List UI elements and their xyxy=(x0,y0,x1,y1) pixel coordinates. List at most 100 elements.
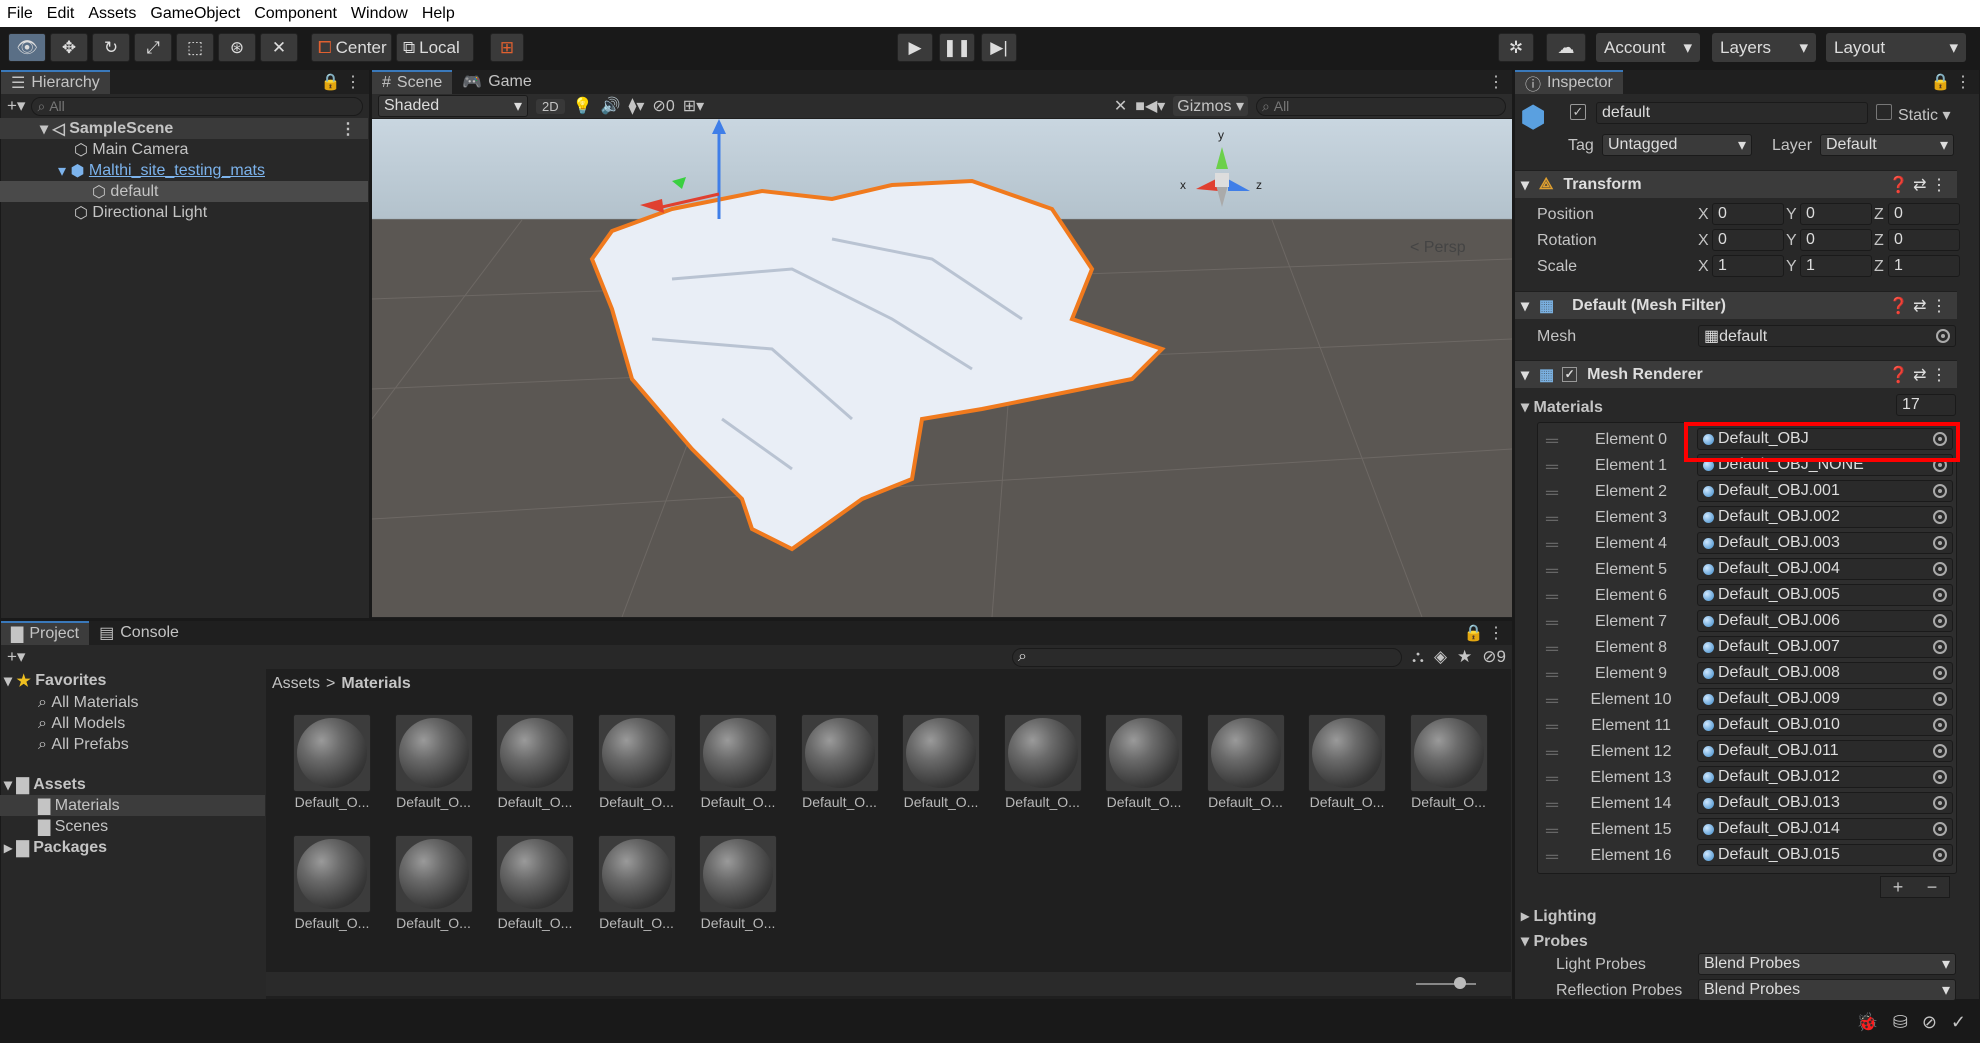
cloud-button[interactable]: ☁ xyxy=(1546,33,1586,62)
tab-project[interactable]: ▇ Project xyxy=(1,621,90,645)
services-button[interactable]: ✲ xyxy=(1498,33,1534,62)
material-asset[interactable]: Default_O... xyxy=(1405,714,1493,810)
object-picker-icon[interactable] xyxy=(1933,744,1947,758)
material-asset[interactable]: Default_O... xyxy=(1202,714,1290,810)
tab-inspector[interactable]: ⓘ Inspector xyxy=(1515,70,1623,94)
scene-search-input[interactable]: ⌕ All xyxy=(1256,96,1506,116)
component-menu-icon[interactable]: ❓ ⇄ ⋮ xyxy=(1889,175,1947,195)
object-picker-icon[interactable] xyxy=(1933,536,1947,550)
object-picker-icon[interactable] xyxy=(1933,484,1947,498)
drag-handle-icon[interactable]: ═ xyxy=(1546,847,1558,867)
account-dropdown[interactable]: Account ▾ xyxy=(1596,33,1700,62)
material-asset[interactable]: Default_O... xyxy=(694,835,782,931)
check-icon[interactable]: ✓ xyxy=(1951,1012,1966,1033)
material-element-field[interactable]: Default_OBJ.005 xyxy=(1697,584,1953,606)
favorites-folder[interactable]: ▾ ★ Favorites xyxy=(0,670,106,691)
static-checkbox[interactable] xyxy=(1876,104,1892,120)
rotation-z-field[interactable]: 0 xyxy=(1888,229,1960,251)
drag-handle-icon[interactable]: ═ xyxy=(1546,457,1558,477)
material-asset[interactable]: Default_O... xyxy=(390,714,478,810)
breadcrumb-assets[interactable]: Assets xyxy=(272,675,320,693)
drag-handle-icon[interactable]: ═ xyxy=(1546,483,1558,503)
scene-row[interactable]: ▾ ◁ SampleScene ⋮ xyxy=(0,118,368,139)
material-asset[interactable]: Default_O... xyxy=(288,714,376,810)
object-picker-icon[interactable] xyxy=(1933,562,1947,576)
material-element-field[interactable]: Default_OBJ.012 xyxy=(1697,766,1953,788)
zoom-slider-handle[interactable] xyxy=(1454,977,1466,989)
hierarchy-item-directional-light[interactable]: ⬡ Directional Light xyxy=(0,202,207,223)
mesh-renderer-enabled-checkbox[interactable]: ✓ xyxy=(1562,367,1578,382)
view-tool-button[interactable]: 👁 xyxy=(8,33,46,62)
cache-icon[interactable]: ⛁ xyxy=(1893,1012,1908,1033)
pause-button[interactable]: ❚❚ xyxy=(939,33,975,62)
material-element-field[interactable]: Default_OBJ.010 xyxy=(1697,714,1953,736)
packages-folder[interactable]: ▸ ▇ Packages xyxy=(0,837,107,858)
menu-file[interactable]: File xyxy=(0,5,40,23)
scale-y-field[interactable]: 1 xyxy=(1800,255,1872,277)
object-picker-icon[interactable] xyxy=(1933,822,1947,836)
material-element-field[interactable]: Default_OBJ.001 xyxy=(1697,480,1953,502)
drag-handle-icon[interactable]: ═ xyxy=(1546,639,1558,659)
object-picker-icon[interactable] xyxy=(1933,666,1947,680)
projection-label[interactable]: < Persp xyxy=(1410,239,1466,257)
object-picker-icon[interactable] xyxy=(1933,614,1947,628)
material-element-field[interactable]: Default_OBJ.011 xyxy=(1697,740,1953,762)
2d-toggle[interactable]: 2D xyxy=(536,98,565,114)
pivot-center-button[interactable]: ⧠ Center xyxy=(311,33,392,62)
scenes-folder[interactable]: ▇ Scenes xyxy=(0,816,108,837)
hidden-objects-icon[interactable]: ⊘0 xyxy=(652,96,674,116)
menu-edit[interactable]: Edit xyxy=(40,5,82,23)
menu-help[interactable]: Help xyxy=(415,5,462,23)
material-element-field[interactable]: Default_OBJ.015 xyxy=(1697,844,1953,866)
drag-handle-icon[interactable]: ═ xyxy=(1546,509,1558,529)
static-dropdown[interactable]: Static ▾ xyxy=(1898,105,1951,125)
assets-folder[interactable]: ▾ ▇ Assets xyxy=(0,774,86,795)
favorite-all-prefabs[interactable]: ⌕ All Prefabs xyxy=(0,734,129,755)
object-picker-icon[interactable] xyxy=(1933,692,1947,706)
menu-assets[interactable]: Assets xyxy=(81,5,143,23)
drag-handle-icon[interactable]: ═ xyxy=(1546,561,1558,581)
drag-handle-icon[interactable]: ═ xyxy=(1546,769,1558,789)
favorite-all-materials[interactable]: ⌕ All Materials xyxy=(0,692,139,713)
grid-toggle-icon[interactable]: ⊞▾ xyxy=(683,96,704,116)
add-icon[interactable]: +▾ xyxy=(7,647,25,667)
rect-tool-button[interactable]: ⬚ xyxy=(176,33,214,62)
drag-handle-icon[interactable]: ═ xyxy=(1546,743,1558,763)
play-button[interactable]: ▶ xyxy=(897,33,933,62)
material-asset[interactable]: Default_O... xyxy=(288,835,376,931)
object-picker-icon[interactable] xyxy=(1933,718,1947,732)
orientation-gizmo[interactable]: y x z xyxy=(1172,127,1272,227)
material-asset[interactable]: Default_O... xyxy=(491,835,579,931)
reflection-probes-dropdown[interactable]: Blend Probes ▾ xyxy=(1698,979,1956,1001)
remove-element-button[interactable]: − xyxy=(1927,877,1938,898)
mesh-renderer-header[interactable]: ▾ ▦ ✓ Mesh Renderer ❓ ⇄ ⋮ xyxy=(1515,360,1957,388)
material-asset[interactable]: Default_O... xyxy=(796,714,884,810)
tab-hierarchy[interactable]: ☰ Hierarchy xyxy=(1,70,110,94)
mesh-filter-header[interactable]: ▾ ▦ Default (Mesh Filter) ❓ ⇄ ⋮ xyxy=(1515,291,1957,319)
drag-handle-icon[interactable]: ═ xyxy=(1546,431,1558,451)
materials-folder[interactable]: ▇ Materials xyxy=(0,795,265,816)
scale-tool-button[interactable]: ⤢ xyxy=(134,33,172,62)
position-z-field[interactable]: 0 xyxy=(1888,203,1960,225)
hierarchy-search-input[interactable]: ⌕ All xyxy=(31,96,363,116)
tab-console[interactable]: ▤ Console xyxy=(89,621,189,645)
drag-handle-icon[interactable]: ═ xyxy=(1546,821,1558,841)
layers-dropdown[interactable]: Layers ▾ xyxy=(1712,33,1816,62)
drag-handle-icon[interactable]: ═ xyxy=(1546,587,1558,607)
shading-mode-dropdown[interactable]: Shaded ▾ xyxy=(378,95,528,117)
drag-handle-icon[interactable]: ═ xyxy=(1546,795,1558,815)
drag-handle-icon[interactable]: ═ xyxy=(1546,665,1558,685)
material-element-field[interactable]: Default_OBJ.014 xyxy=(1697,818,1953,840)
drag-handle-icon[interactable]: ═ xyxy=(1546,717,1558,737)
debug-off-icon[interactable]: ⊘ xyxy=(1922,1012,1937,1033)
drag-handle-icon[interactable]: ═ xyxy=(1546,691,1558,711)
pivot-local-button[interactable]: ⧉ Local xyxy=(396,33,474,62)
layer-dropdown[interactable]: Default ▾ xyxy=(1820,134,1954,156)
audio-toggle-icon[interactable]: 🔊 xyxy=(601,96,621,116)
lighting-foldout[interactable]: ▸ Lighting xyxy=(1521,906,1597,926)
scale-z-field[interactable]: 1 xyxy=(1888,255,1960,277)
favorite-star-icon[interactable]: ★ xyxy=(1457,647,1472,667)
material-element-field[interactable]: Default_OBJ.008 xyxy=(1697,662,1953,684)
material-element-field[interactable]: Default_OBJ.003 xyxy=(1697,532,1953,554)
material-asset[interactable]: Default_O... xyxy=(1303,714,1391,810)
